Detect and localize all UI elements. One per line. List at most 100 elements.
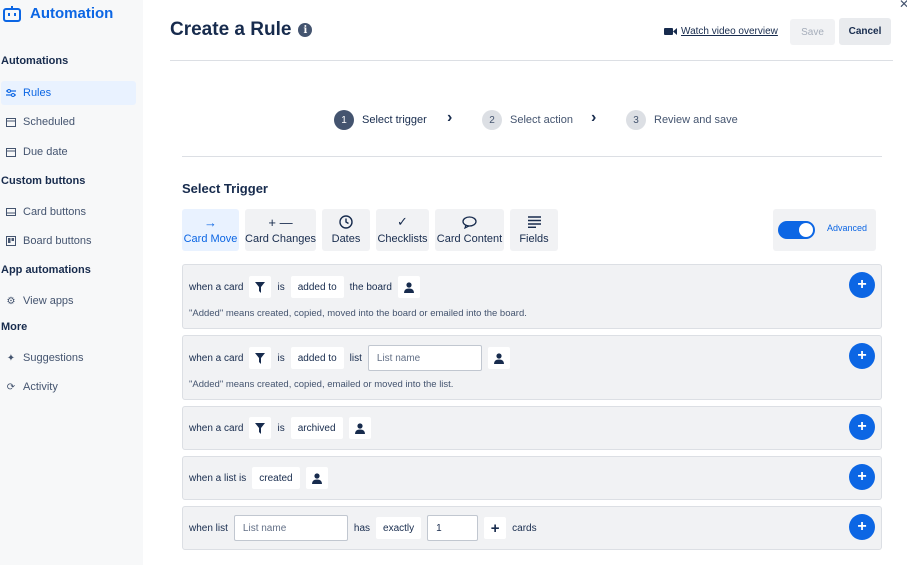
divider	[182, 156, 882, 157]
trigger-row-card-added-list: when a card is added to list List name "…	[182, 335, 882, 400]
tab-card-move[interactable]: → Card Move	[182, 209, 239, 251]
sidebar-item-label: Activity	[23, 381, 58, 393]
plus-minus-icon: + —	[268, 214, 293, 230]
advanced-label: Advanced	[827, 223, 868, 233]
sidebar-item-due-date[interactable]: Due date	[1, 140, 136, 164]
trigger-suffix: cards	[512, 522, 537, 534]
step-number: 1	[334, 110, 354, 130]
save-button[interactable]: Save	[790, 19, 835, 45]
plus-icon[interactable]: +	[484, 517, 507, 539]
person-icon[interactable]	[487, 347, 510, 369]
tab-card-content[interactable]: Card Content	[435, 209, 504, 251]
tab-fields[interactable]: Fields	[510, 209, 558, 251]
advanced-toggle[interactable]	[778, 221, 815, 239]
brand[interactable]: Automation	[3, 5, 113, 22]
sidebar-item-view-apps[interactable]: ⚙ View apps	[1, 289, 136, 313]
filter-icon[interactable]	[249, 417, 272, 439]
calendar-icon	[5, 146, 17, 158]
person-icon[interactable]	[305, 467, 328, 489]
sidebar-item-label: Card buttons	[23, 206, 86, 218]
sidebar: Automation Automations Rules Scheduled D…	[0, 0, 143, 565]
trigger-sentence: when a list is created	[189, 466, 328, 490]
sidebar-item-label: Rules	[23, 87, 52, 99]
section-heading-more: More	[1, 321, 28, 333]
person-icon[interactable]	[348, 417, 371, 439]
tab-label: Card Content	[436, 233, 503, 245]
action-select[interactable]: added to	[290, 276, 344, 298]
section-heading-app-automations: App automations	[1, 264, 91, 276]
tab-label: Checklists	[377, 233, 428, 245]
trigger-is: is	[277, 281, 285, 293]
tab-label: Card Changes	[245, 233, 316, 245]
page-title-text: Create a Rule	[170, 19, 292, 40]
trigger-note: "Added" means created, copied, moved int…	[189, 308, 527, 319]
add-trigger-button[interactable]: +	[849, 514, 875, 540]
sidebar-item-label: Board buttons	[23, 235, 92, 247]
trigger-sentence: when a card is added to the board	[189, 275, 420, 299]
list-name-input[interactable]: List name	[233, 515, 348, 541]
section-heading-custom-buttons: Custom buttons	[1, 175, 86, 187]
sliders-icon	[5, 87, 17, 99]
action-select[interactable]: added to	[290, 347, 344, 369]
comment-icon	[462, 215, 477, 229]
card-icon	[5, 206, 17, 218]
step-label: Review and save	[654, 114, 738, 126]
action-select[interactable]: created	[252, 467, 300, 489]
brand-title: Automation	[30, 5, 114, 22]
trigger-sentence: when a card is added to list List name	[189, 345, 510, 371]
trigger-sentence: when a card is archived	[189, 416, 371, 440]
chevron-right-icon: ›	[447, 109, 453, 126]
trigger-prefix: when a card	[189, 281, 244, 293]
sidebar-item-suggestions[interactable]: ✦ Suggestions	[1, 346, 136, 370]
video-camera-icon	[664, 28, 677, 35]
add-trigger-button[interactable]: +	[849, 343, 875, 369]
cancel-button[interactable]: Cancel	[839, 18, 891, 45]
board-icon	[5, 235, 17, 247]
info-icon[interactable]: i	[298, 23, 313, 37]
section-title: Select Trigger	[182, 181, 268, 196]
divider	[170, 60, 893, 61]
add-trigger-button[interactable]: +	[849, 272, 875, 298]
tab-label: Fields	[519, 233, 549, 245]
person-icon[interactable]	[397, 276, 420, 298]
step-select-action: 2 Select action	[482, 110, 573, 130]
step-select-trigger: 1 Select trigger	[334, 110, 427, 130]
trigger-row-card-archived: when a card is archived +	[182, 406, 882, 450]
chevron-right-icon: ›	[591, 109, 597, 126]
tab-label: Dates	[331, 233, 361, 245]
qualifier-select[interactable]: exactly	[376, 517, 422, 539]
filter-icon[interactable]	[249, 276, 272, 298]
trigger-sentence: when list List name has exactly 1 + card…	[189, 515, 537, 541]
trigger-is: is	[277, 422, 285, 434]
add-trigger-button[interactable]: +	[849, 414, 875, 440]
check-icon: ✓	[397, 214, 408, 229]
tab-checklists[interactable]: ✓ Checklists	[376, 209, 429, 251]
step-label: Select action	[510, 114, 573, 126]
add-trigger-button[interactable]: +	[849, 464, 875, 490]
trigger-has: has	[353, 522, 371, 534]
trigger-row-card-added-board: when a card is added to the board "Added…	[182, 264, 882, 329]
trigger-prefix: when a card	[189, 352, 244, 364]
clock-icon	[339, 215, 353, 229]
list-name-input[interactable]: List name	[367, 345, 482, 371]
refresh-icon: ⟳	[6, 381, 16, 393]
sidebar-item-scheduled[interactable]: Scheduled	[1, 110, 136, 134]
step-review-and-save: 3 Review and save	[626, 110, 738, 130]
step-number: 2	[482, 110, 502, 130]
count-input[interactable]: 1	[427, 515, 479, 541]
filter-icon[interactable]	[249, 347, 272, 369]
tab-card-changes[interactable]: + — Card Changes	[245, 209, 316, 251]
close-icon[interactable]: ✕	[899, 0, 907, 11]
calendar-icon	[5, 116, 17, 128]
tab-dates[interactable]: Dates	[322, 209, 370, 251]
watch-video-label: Watch video overview	[681, 26, 778, 37]
step-label: Select trigger	[362, 114, 427, 126]
step-number: 3	[626, 110, 646, 130]
action-select[interactable]: archived	[290, 417, 343, 439]
trigger-prefix: when a card	[189, 422, 244, 434]
watch-video-link[interactable]: Watch video overview	[664, 26, 778, 37]
sidebar-item-board-buttons[interactable]: Board buttons	[1, 229, 136, 253]
sidebar-item-card-buttons[interactable]: Card buttons	[1, 200, 136, 224]
sidebar-item-activity[interactable]: ⟳ Activity	[1, 375, 136, 399]
sidebar-item-rules[interactable]: Rules	[1, 81, 136, 105]
